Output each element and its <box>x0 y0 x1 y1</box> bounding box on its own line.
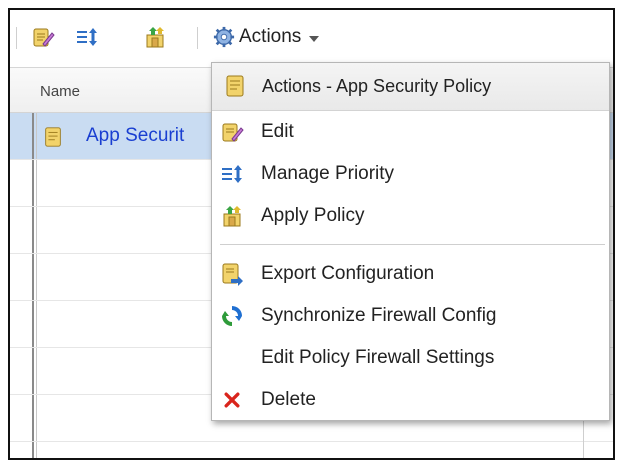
menu-item-label: Synchronize Firewall Config <box>261 305 497 326</box>
menu-item-label: Apply Policy <box>261 205 365 226</box>
row-indent-line <box>32 113 34 159</box>
export-icon <box>219 261 245 287</box>
menu-item-apply-policy[interactable]: Apply Policy <box>212 195 609 237</box>
row-indent-line <box>36 160 37 206</box>
menu-item-delete[interactable]: Delete <box>212 379 609 421</box>
actions-dropdown-button[interactable]: Actions <box>213 22 320 52</box>
menu-item-label: Edit Policy Firewall Settings <box>261 347 495 368</box>
manage-priority-icon <box>77 28 97 46</box>
row-indent-line <box>32 160 34 206</box>
apply-policy-icon <box>146 27 164 48</box>
row-indent-line <box>36 348 37 394</box>
manage-priority-button[interactable] <box>74 24 100 50</box>
row-indent-line <box>36 207 37 253</box>
delete-icon <box>219 387 245 413</box>
gear-icon <box>213 26 235 48</box>
row-indent-line <box>32 207 34 253</box>
row-indent-line <box>32 395 34 441</box>
menu-item-edit[interactable]: Edit <box>212 111 609 153</box>
column-header-name[interactable]: Name <box>40 83 80 100</box>
apply-policy-icon <box>219 203 245 229</box>
apply-policy-button[interactable] <box>142 24 168 50</box>
row-indent-line <box>32 442 34 458</box>
sync-icon <box>219 303 245 329</box>
row-indent-line <box>36 442 37 458</box>
row-indent-line <box>32 301 34 347</box>
menu-item-export-configuration[interactable]: Export Configuration <box>212 253 609 295</box>
window-frame: Actions Name App Securit Actions - App S… <box>8 8 615 460</box>
row-indent-line <box>36 395 37 441</box>
actions-menu: Actions - App Security Policy Edit Manag… <box>211 62 610 421</box>
manage-priority-icon <box>219 161 245 187</box>
toolbar: Actions <box>10 10 613 68</box>
menu-item-synchronize-firewall-config[interactable]: Synchronize Firewall Config <box>212 295 609 337</box>
menu-header-title: Actions - App Security Policy <box>262 76 492 96</box>
policy-icon <box>45 127 61 147</box>
table-row[interactable] <box>10 442 613 458</box>
menu-item-label: Edit <box>261 121 294 142</box>
policy-icon <box>226 75 244 97</box>
row-indent-line <box>36 113 37 159</box>
actions-button-label: Actions <box>239 26 302 47</box>
chevron-down-icon <box>309 35 320 42</box>
menu-item-manage-priority[interactable]: Manage Priority <box>212 153 609 195</box>
row-indent-line <box>32 254 34 300</box>
edit-icon <box>219 119 245 145</box>
row-indent-line <box>32 348 34 394</box>
menu-item-label: Delete <box>261 389 316 410</box>
menu-header: Actions - App Security Policy <box>212 63 609 111</box>
row-indent-line <box>36 301 37 347</box>
menu-item-edit-policy-firewall-settings[interactable]: Edit Policy Firewall Settings <box>212 337 609 379</box>
edit-policy-icon <box>33 28 55 47</box>
toolbar-separator <box>16 27 17 49</box>
toolbar-separator <box>197 27 198 49</box>
row-indent-line <box>36 254 37 300</box>
edit-policy-button[interactable] <box>30 24 56 50</box>
menu-item-label: Manage Priority <box>261 163 395 184</box>
policy-name-link[interactable]: App Securit <box>86 125 184 147</box>
menu-item-label: Export Configuration <box>261 263 435 284</box>
menu-separator <box>220 244 605 245</box>
